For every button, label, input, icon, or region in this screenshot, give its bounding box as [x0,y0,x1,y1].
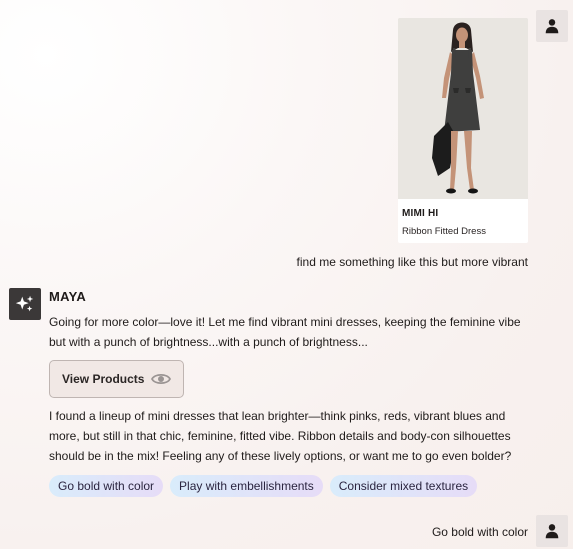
user-avatar [536,10,568,42]
bot-intro-text: Going for more color—love it! Let me fin… [49,315,521,349]
view-products-button[interactable]: View Products [49,360,184,398]
suggestion-chip[interactable]: Consider mixed textures [329,475,478,497]
product-brand: MIMI HI [402,208,439,219]
product-image [398,18,528,199]
person-icon [545,524,559,539]
product-card[interactable]: MIMI HI Ribbon Fitted Dress [398,18,528,243]
user-message: Go bold with color [431,525,528,539]
user-avatar [536,515,568,547]
suggestion-chip[interactable]: Go bold with color [49,475,164,497]
bot-avatar [9,288,41,320]
user-message: find me something like this but more vib… [296,255,528,269]
suggestion-chip[interactable]: Play with embellishments [170,475,323,497]
bot-name: MAYA [49,289,87,304]
eye-icon [151,373,171,385]
suggestion-chips: Go bold with color Play with embellishme… [49,475,478,497]
person-icon [545,19,559,34]
bot-reply-text: I found a lineup of mini dresses that le… [49,409,512,463]
sparkles-icon [15,295,34,312]
view-products-label: View Products [62,372,145,386]
product-name: Ribbon Fitted Dress [402,226,486,237]
